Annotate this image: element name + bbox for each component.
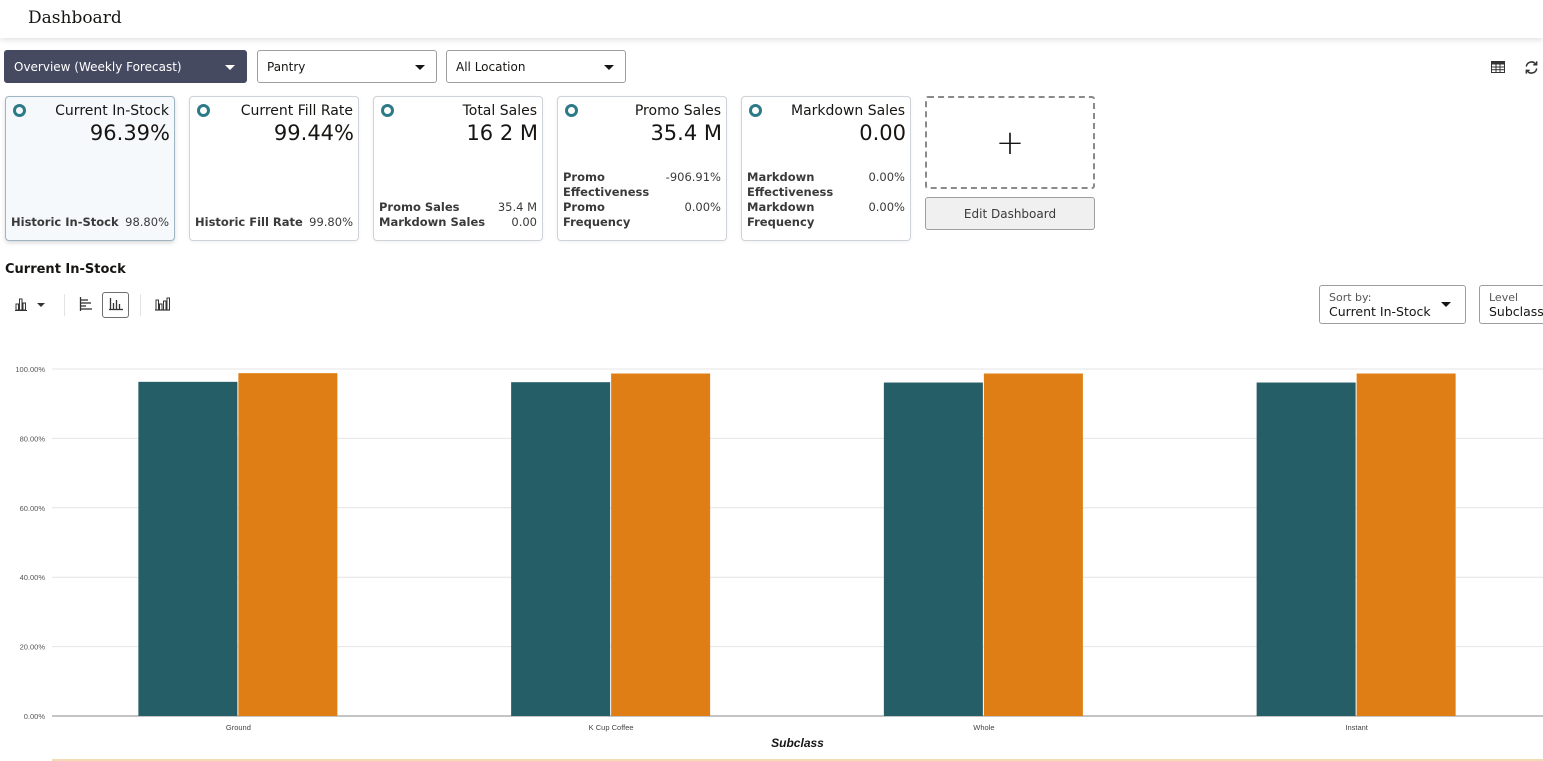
chevron-down-icon (37, 303, 45, 307)
card-value: 16 2 M (466, 121, 538, 145)
horizontal-bar-button[interactable] (74, 292, 98, 318)
level-dropdown[interactable]: Level Subclass (1479, 285, 1543, 324)
metric-label: Historic Fill Rate (195, 215, 303, 229)
grouped-bar-button[interactable] (150, 292, 174, 318)
metric-label: Promo Sales (379, 200, 460, 214)
bar-chart: 0.00% 20.00% 40.00% 60.00% 80.00% 100.00% Grou… (15, 365, 1543, 750)
card-metric: Promo Sales 35.4 M (379, 200, 537, 215)
bar-current-in-stock (883, 382, 983, 716)
y-tick-label: 60.00% (20, 504, 46, 513)
vertical-bar-button[interactable] (102, 292, 129, 318)
card-title: Current In-Stock (55, 103, 169, 119)
bar-historic-in-stock (238, 373, 338, 716)
metric-value: 99.80% (309, 215, 353, 229)
chevron-down-icon (1441, 302, 1451, 307)
kpi-card-markdown-sales[interactable]: Markdown Sales 0.00 Markdown Effectivene… (741, 96, 911, 241)
metric-value: 0.00 (511, 215, 537, 229)
horizontal-bar-icon (79, 296, 93, 315)
refresh-icon[interactable] (1522, 58, 1540, 76)
view-dropdown[interactable]: Overview (Weekly Forecast) (4, 50, 247, 83)
card-value: 99.44% (273, 121, 354, 145)
y-tick-label: 40.00% (20, 573, 46, 582)
toolbar-divider (140, 294, 141, 316)
add-tile-button[interactable]: + (925, 96, 1095, 189)
kpi-card-current-fill-rate[interactable]: Current Fill Rate 99.44% Historic Fill R… (189, 96, 359, 241)
x-tick-label: K Cup Coffee (589, 723, 634, 732)
card-value: 35.4 M (650, 121, 722, 145)
card-value: 96.39% (89, 121, 170, 145)
chevron-down-icon (604, 65, 614, 70)
level-value: Subclass (1489, 304, 1543, 319)
metric-value: -906.91% (665, 170, 721, 184)
sort-by-label: Sort by: (1329, 291, 1372, 304)
card-select-radio-icon[interactable] (381, 104, 394, 117)
x-tick-label: Whole (973, 723, 994, 732)
y-tick-label: 80.00% (20, 434, 46, 443)
section-title: Current In-Stock (5, 262, 126, 277)
card-select-radio-icon[interactable] (197, 104, 210, 117)
card-metric: Promo Frequency 0.00% (563, 200, 721, 230)
bar-historic-in-stock (1356, 373, 1456, 716)
table-view-icon[interactable] (1489, 58, 1507, 76)
page-title: Dashboard (28, 8, 122, 28)
chevron-down-icon (225, 65, 235, 70)
location-dropdown[interactable]: All Location (446, 50, 626, 83)
card-select-radio-icon[interactable] (565, 104, 578, 117)
toolbar-divider (64, 294, 65, 316)
chart-type-menu-button[interactable] (12, 292, 48, 318)
chart-type-icon (15, 296, 31, 315)
level-label: Level (1489, 291, 1519, 304)
card-title: Current Fill Rate (240, 103, 353, 119)
card-metric: Historic Fill Rate 99.80% (195, 215, 353, 230)
metric-value: 98.80% (125, 215, 169, 229)
location-dropdown-value: All Location (456, 59, 526, 74)
y-tick-label: 0.00% (24, 712, 46, 721)
bar-historic-in-stock (983, 373, 1083, 716)
card-title: Promo Sales (634, 103, 721, 119)
view-dropdown-value: Overview (Weekly Forecast) (14, 59, 182, 74)
card-metric: Markdown Frequency 0.00% (747, 200, 905, 230)
category-dropdown-value: Pantry (267, 59, 306, 74)
bar-historic-in-stock (611, 373, 711, 716)
grouped-bar-icon (154, 296, 170, 315)
y-tick-label: 100.00% (15, 365, 45, 374)
metric-label: Markdown Sales (379, 215, 486, 229)
metric-label: Historic In-Stock (11, 215, 119, 229)
metric-label: Markdown Effectiveness (747, 170, 834, 199)
card-metric: Markdown Effectiveness 0.00% (747, 170, 905, 200)
category-dropdown[interactable]: Pantry (257, 50, 437, 83)
y-tick-label: 20.00% (20, 643, 46, 652)
card-metric: Markdown Sales 0.00 (379, 215, 537, 230)
metric-label: Promo Effectiveness (563, 170, 650, 199)
kpi-card-current-in-stock[interactable]: Current In-Stock 96.39% Historic In-Stoc… (5, 96, 175, 241)
chevron-down-icon (415, 65, 425, 70)
page-header: Dashboard (0, 0, 1543, 38)
bar-current-in-stock (1256, 382, 1356, 716)
sort-by-dropdown[interactable]: Sort by: Current In-Stock (1319, 285, 1466, 324)
card-value: 0.00 (859, 121, 906, 145)
vertical-bar-icon (108, 296, 123, 315)
card-metric: Promo Effectiveness -906.91% (563, 170, 721, 200)
card-title: Total Sales (462, 103, 537, 119)
x-tick-label: Ground (226, 723, 251, 732)
kpi-card-promo-sales[interactable]: Promo Sales 35.4 M Promo Effectiveness -… (557, 96, 727, 241)
bar-current-in-stock (511, 382, 611, 716)
kpi-card-total-sales[interactable]: Total Sales 16 2 M Promo Sales 35.4 M Ma… (373, 96, 543, 241)
edit-dashboard-button[interactable]: Edit Dashboard (925, 197, 1095, 230)
sort-by-value: Current In-Stock (1329, 304, 1431, 319)
metric-value: 0.00% (868, 170, 905, 184)
metric-label: Markdown Frequency (747, 200, 815, 229)
metric-label: Promo Frequency (563, 200, 631, 229)
card-metric: Historic In-Stock 98.80% (11, 215, 169, 230)
card-select-radio-icon[interactable] (13, 104, 26, 117)
metric-value: 35.4 M (497, 200, 537, 214)
metric-value: 0.00% (868, 200, 905, 214)
card-select-radio-icon[interactable] (749, 104, 762, 117)
x-tick-label: Instant (1345, 723, 1368, 732)
card-title: Markdown Sales (790, 103, 905, 119)
metric-value: 0.00% (684, 200, 721, 214)
plus-icon: + (995, 122, 1025, 163)
x-axis-title: Subclass (771, 736, 824, 750)
bar-current-in-stock (138, 381, 238, 716)
